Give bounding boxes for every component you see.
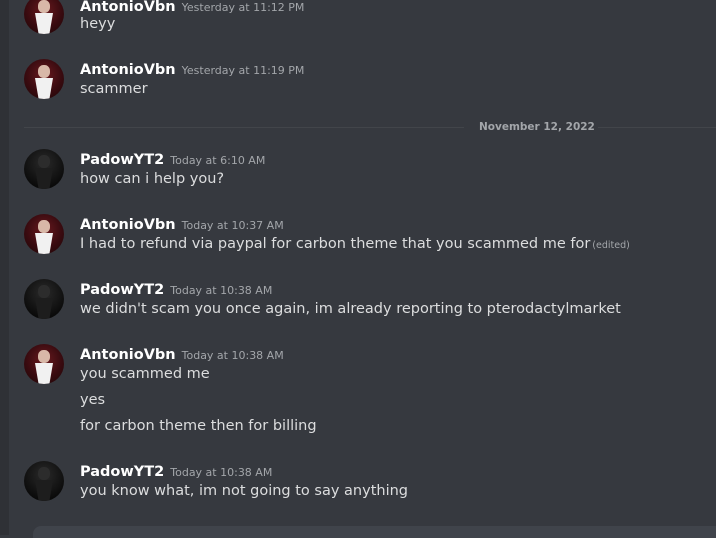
server-sidebar-edge xyxy=(0,0,9,535)
message-timestamp[interactable]: Today at 6:10 AM xyxy=(170,154,265,167)
date-divider-line xyxy=(589,127,716,128)
message-author[interactable]: AntonioVbn xyxy=(80,347,176,363)
avatar[interactable] xyxy=(24,149,64,189)
message-text: how can i help you? xyxy=(80,171,225,187)
message-timestamp[interactable]: Today at 10:38 AM xyxy=(170,466,272,479)
message-text: for carbon theme then for billing xyxy=(80,418,317,434)
message-text: you know what, im not going to say anyth… xyxy=(80,483,408,499)
message-timestamp[interactable]: Yesterday at 11:19 PM xyxy=(182,64,305,77)
message-input[interactable] xyxy=(33,526,716,538)
message-timestamp[interactable]: Today at 10:38 AM xyxy=(182,349,284,362)
avatar[interactable] xyxy=(24,59,64,99)
message-timestamp[interactable]: Today at 10:37 AM xyxy=(182,219,284,232)
message-timestamp[interactable]: Today at 10:38 AM xyxy=(170,284,272,297)
message-text: scammer xyxy=(80,81,148,97)
edited-indicator: (edited) xyxy=(592,240,630,251)
avatar[interactable] xyxy=(24,461,64,501)
message-timestamp[interactable]: Yesterday at 11:12 PM xyxy=(182,1,305,14)
date-divider: November 12, 2022 xyxy=(476,121,598,133)
message-list: AntonioVbn Yesterday at 11:12 PM heyy Ant… xyxy=(9,0,716,538)
message-text: you scammed me xyxy=(80,366,210,382)
avatar[interactable] xyxy=(24,279,64,319)
avatar[interactable] xyxy=(24,344,64,384)
message-author[interactable]: AntonioVbn xyxy=(80,62,176,78)
avatar[interactable] xyxy=(24,214,64,254)
message-author[interactable]: AntonioVbn xyxy=(80,217,176,233)
message-text: we didn't scam you once again, im alread… xyxy=(80,301,621,317)
avatar[interactable] xyxy=(24,0,64,34)
message-author[interactable]: PadowYT2 xyxy=(80,282,164,298)
date-divider-line xyxy=(24,127,464,128)
message-author[interactable]: PadowYT2 xyxy=(80,464,164,480)
message-text: yes xyxy=(80,392,106,408)
message-text: I had to refund via paypal for carbon th… xyxy=(80,236,591,252)
message-author[interactable]: AntonioVbn xyxy=(80,0,176,15)
message-text: heyy xyxy=(80,16,116,32)
message-text-wrapper: I had to refund via paypal for carbon th… xyxy=(80,236,630,252)
message-author[interactable]: PadowYT2 xyxy=(80,152,164,168)
